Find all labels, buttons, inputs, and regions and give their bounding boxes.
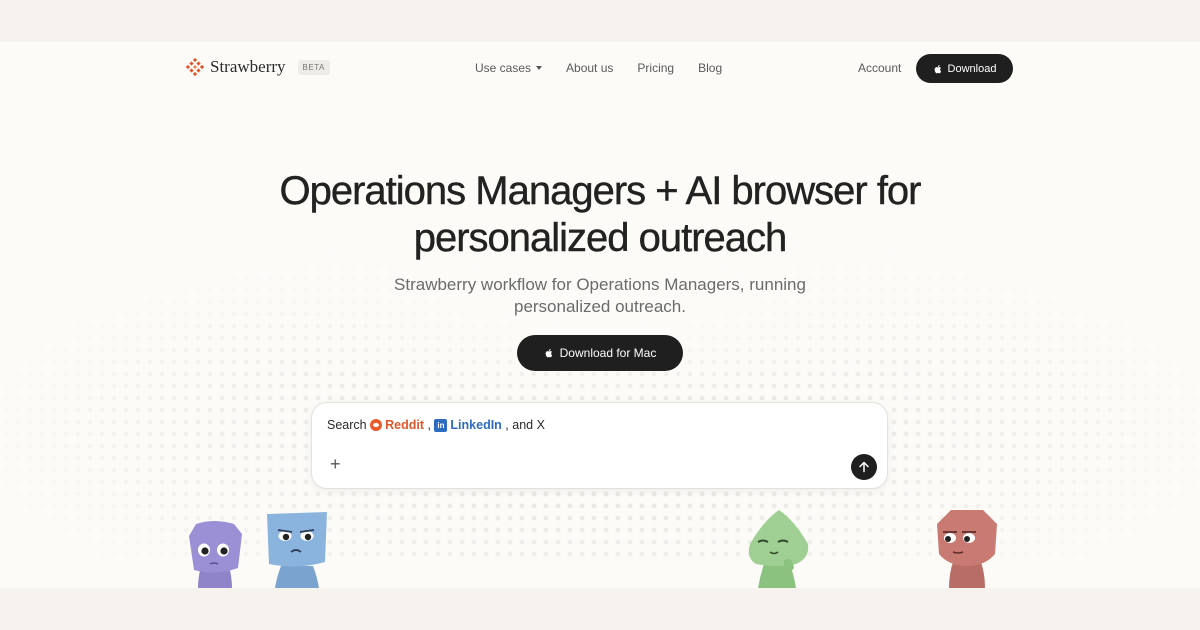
strawberry-logo-icon: [186, 58, 204, 76]
purple-character-illustration: [189, 521, 242, 588]
linkedin-icon: in: [434, 418, 448, 432]
prompt-input-box[interactable]: Search Reddit , in LinkedIn , and X +: [311, 402, 888, 489]
brand-logo[interactable]: Strawberry BETA: [186, 57, 330, 77]
top-navigation: Strawberry BETA Use cases About us Prici…: [0, 42, 1200, 96]
reddit-icon: [370, 419, 383, 431]
red-character-illustration: [937, 510, 997, 588]
brand-name: Strawberry: [210, 57, 286, 76]
nav-blog[interactable]: Blog: [698, 61, 722, 75]
linkedin-chip[interactable]: in LinkedIn: [434, 418, 502, 432]
top-strip: [0, 0, 1200, 42]
beta-badge: BETA: [297, 59, 330, 75]
prompt-text: Search Reddit , in LinkedIn , and X: [327, 418, 545, 432]
download-for-mac-button[interactable]: Download for Mac: [517, 335, 683, 371]
account-link[interactable]: Account: [858, 61, 901, 75]
download-button[interactable]: Download: [916, 54, 1013, 83]
arrow-up-icon: [859, 461, 869, 473]
nav-use-cases[interactable]: Use cases: [475, 61, 543, 75]
hero-subtitle: Strawberry workflow for Operations Manag…: [394, 275, 806, 316]
nav-pricing[interactable]: Pricing: [637, 61, 674, 75]
nav-links: Use cases About us Pricing Blog: [475, 61, 722, 75]
green-character-illustration: [748, 510, 809, 588]
reddit-chip[interactable]: Reddit: [370, 418, 424, 432]
chevron-down-icon: [536, 66, 543, 70]
plus-icon[interactable]: +: [330, 455, 341, 473]
bottom-strip: [0, 588, 1200, 630]
apple-icon: [545, 349, 552, 358]
blue-character-illustration: [267, 512, 327, 588]
hero-title: Operations Managers + AI browser for per…: [279, 169, 921, 260]
nav-about-us[interactable]: About us: [566, 61, 613, 75]
apple-icon: [934, 64, 941, 73]
send-button[interactable]: [851, 454, 877, 480]
